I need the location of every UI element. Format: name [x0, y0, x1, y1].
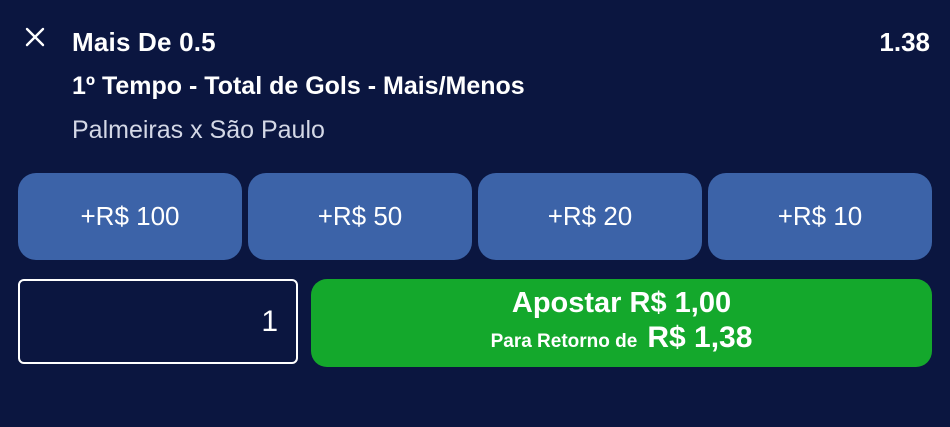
- potential-return: Para Retorno de R$ 1,38: [491, 320, 753, 360]
- market-title: Mais De 0.5: [72, 27, 216, 57]
- bet-type-label: 1º Tempo - Total de Gols - Mais/Menos: [72, 72, 525, 100]
- quick-stake-50-button[interactable]: +R$ 50: [248, 173, 472, 260]
- quick-stake-20-button[interactable]: +R$ 20: [478, 173, 702, 260]
- place-bet-label: Apostar R$ 1,00: [511, 287, 732, 319]
- quick-stake-row: +R$ 100 +R$ 50 +R$ 20 +R$ 10: [18, 173, 932, 260]
- return-value: R$ 1,38: [647, 321, 753, 354]
- close-icon[interactable]: [24, 26, 46, 48]
- place-bet-button[interactable]: Apostar R$ 1,00 Para Retorno de R$ 1,38: [311, 279, 932, 367]
- odds-value: 1.38: [879, 27, 930, 57]
- quick-stake-100-button[interactable]: +R$ 100: [18, 173, 242, 260]
- stake-input[interactable]: 1: [18, 279, 298, 364]
- match-label: Palmeiras x São Paulo: [72, 116, 325, 144]
- return-label: Para Retorno de: [490, 331, 638, 352]
- quick-stake-10-button[interactable]: +R$ 10: [708, 173, 932, 260]
